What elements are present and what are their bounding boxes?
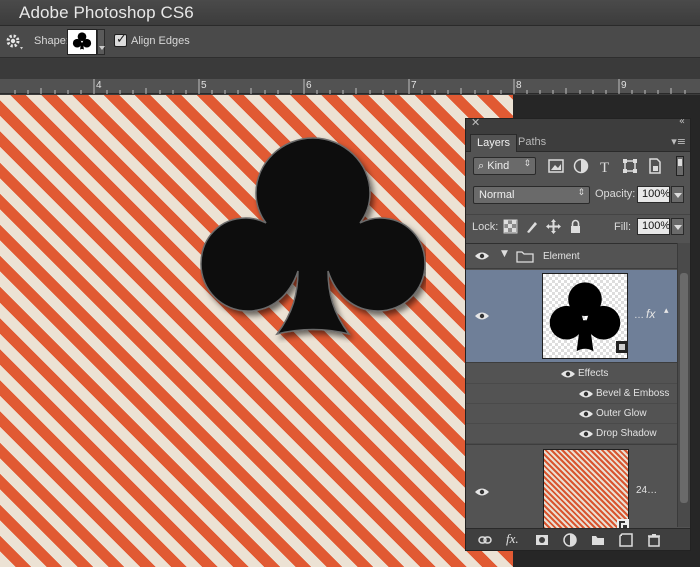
lock-transparent-pixels-icon[interactable] xyxy=(503,219,518,234)
collapse-icon[interactable]: « xyxy=(679,116,685,127)
tab-layers[interactable]: Layers xyxy=(470,134,518,152)
folder-icon xyxy=(516,251,534,263)
blend-mode-value: Normal xyxy=(479,189,515,201)
app-title: Adobe Photoshop CS6 xyxy=(19,3,194,22)
panel-header: ✕ « xyxy=(466,116,690,132)
layer-row-group[interactable]: ▼ Element xyxy=(466,244,677,269)
filter-kind-select[interactable]: ⌕ Kind ⇕ xyxy=(473,157,536,175)
scrollbar-thumb[interactable] xyxy=(680,273,688,503)
layer-name: 24… xyxy=(636,485,658,496)
panel-menu-icon[interactable]: ▾≡ xyxy=(671,135,686,148)
fill-input[interactable]: 100% xyxy=(637,218,670,235)
visibility-eye-icon[interactable] xyxy=(474,311,490,321)
club-shape-icon xyxy=(72,32,92,50)
adjustment-layer-icon[interactable] xyxy=(563,533,577,547)
visibility-eye-icon[interactable] xyxy=(578,409,594,419)
pixel-filter-icon[interactable] xyxy=(548,158,564,174)
layers-panel: ✕ « Layers Paths ▾≡ ⌕ Kind ⇕ T Normal ⇕ … xyxy=(465,116,691,551)
fx-icon[interactable]: fx. xyxy=(506,531,519,547)
options-bar: Shape: xyxy=(0,26,700,58)
document-tab-area xyxy=(0,59,700,79)
effect-name: Bevel & Emboss xyxy=(596,388,670,399)
select-arrows-icon: ⇕ xyxy=(577,188,585,198)
disclosure-triangle-icon[interactable]: ▼ xyxy=(501,249,508,259)
visibility-eye-icon[interactable] xyxy=(560,369,576,379)
effects-header-row[interactable]: Effects xyxy=(466,364,677,384)
layer-row-image[interactable]: 24… xyxy=(466,444,677,538)
lock-position-icon[interactable] xyxy=(546,219,561,234)
club-thumbnail-icon xyxy=(549,282,621,352)
layer-row-selected[interactable]: … fx ▴ xyxy=(466,270,677,363)
club-shape[interactable] xyxy=(200,133,426,343)
gear-icon[interactable] xyxy=(4,32,26,52)
ruler-label: 8 xyxy=(516,80,522,91)
effect-row[interactable]: Drop Shadow xyxy=(466,424,677,444)
panel-footer: fx. xyxy=(466,528,690,550)
effect-row[interactable]: Bevel & Emboss xyxy=(466,384,677,404)
visibility-eye-icon[interactable] xyxy=(578,429,594,439)
align-edges-checkbox[interactable] xyxy=(114,32,127,47)
add-mask-icon[interactable] xyxy=(535,533,549,547)
shape-dropdown-button[interactable] xyxy=(97,29,105,55)
document-canvas[interactable] xyxy=(0,95,513,567)
ruler-label: 5 xyxy=(201,80,207,91)
select-arrows-icon: ⇕ xyxy=(523,159,531,169)
effect-name: Drop Shadow xyxy=(596,428,657,439)
visibility-eye-icon[interactable] xyxy=(474,487,490,497)
visibility-eye-icon[interactable] xyxy=(578,389,594,399)
new-group-icon[interactable] xyxy=(591,533,605,547)
blend-row: Normal ⇕ Opacity: 100% xyxy=(466,183,690,207)
panel-tabs: Layers Paths ▾≡ xyxy=(466,132,690,152)
fx-badge[interactable]: fx xyxy=(646,307,655,321)
layer-name: … xyxy=(634,310,644,321)
trash-icon[interactable] xyxy=(647,533,661,547)
effect-name: Outer Glow xyxy=(596,408,647,419)
ruler-ticks xyxy=(14,79,686,94)
link-layers-icon[interactable] xyxy=(478,533,492,547)
blend-mode-select[interactable]: Normal ⇕ xyxy=(473,186,590,204)
filter-kind-value: Kind xyxy=(487,160,510,172)
type-filter-icon[interactable]: T xyxy=(598,158,614,174)
fill-dropdown-button[interactable] xyxy=(671,218,684,235)
visibility-eye-icon[interactable] xyxy=(474,251,490,261)
lock-all-icon[interactable] xyxy=(568,219,583,234)
effects-label: Effects xyxy=(578,368,609,379)
title-bar: Adobe Photoshop CS6 xyxy=(0,0,700,26)
fill-label: Fill: xyxy=(614,221,632,233)
effect-row[interactable]: Outer Glow xyxy=(466,404,677,424)
opacity-dropdown-button[interactable] xyxy=(671,186,684,203)
ruler-label: 6 xyxy=(306,80,312,91)
layers-list: ▼ Element … fx ▴ Effects Bevel & Emboss … xyxy=(466,243,677,533)
horizontal-ruler: 4 5 6 7 8 9 xyxy=(0,79,700,94)
align-edges-label: Align Edges xyxy=(131,35,190,47)
ruler-label: 7 xyxy=(411,80,417,91)
ruler-label: 4 xyxy=(96,80,102,91)
filter-toggle-switch[interactable] xyxy=(676,156,684,176)
shape-label: Shape: xyxy=(34,35,69,47)
lock-row: Lock: Fill: 100% xyxy=(466,214,690,238)
ruler-label: 9 xyxy=(621,80,627,91)
smart-object-badge-icon xyxy=(616,341,628,353)
close-icon[interactable]: ✕ xyxy=(471,116,480,129)
layer-name: Element xyxy=(543,251,580,262)
lock-image-pixels-icon[interactable] xyxy=(525,219,540,234)
svg-text:T: T xyxy=(600,160,609,174)
tab-paths[interactable]: Paths xyxy=(512,134,552,152)
search-icon: ⌕ xyxy=(478,160,485,172)
new-layer-icon[interactable] xyxy=(619,533,633,547)
shape-filter-icon[interactable] xyxy=(622,158,638,174)
layers-scrollbar[interactable] xyxy=(677,243,690,527)
lock-label: Lock: xyxy=(472,221,499,233)
filter-row: ⌕ Kind ⇕ T xyxy=(466,153,690,181)
opacity-label: Opacity: xyxy=(595,188,636,200)
adjustment-filter-icon[interactable] xyxy=(573,158,589,174)
opacity-input[interactable]: 100% xyxy=(637,186,670,203)
smart-object-filter-icon[interactable] xyxy=(647,158,663,174)
expand-effects-icon[interactable]: ▴ xyxy=(664,306,669,316)
shape-picker[interactable] xyxy=(67,29,97,55)
